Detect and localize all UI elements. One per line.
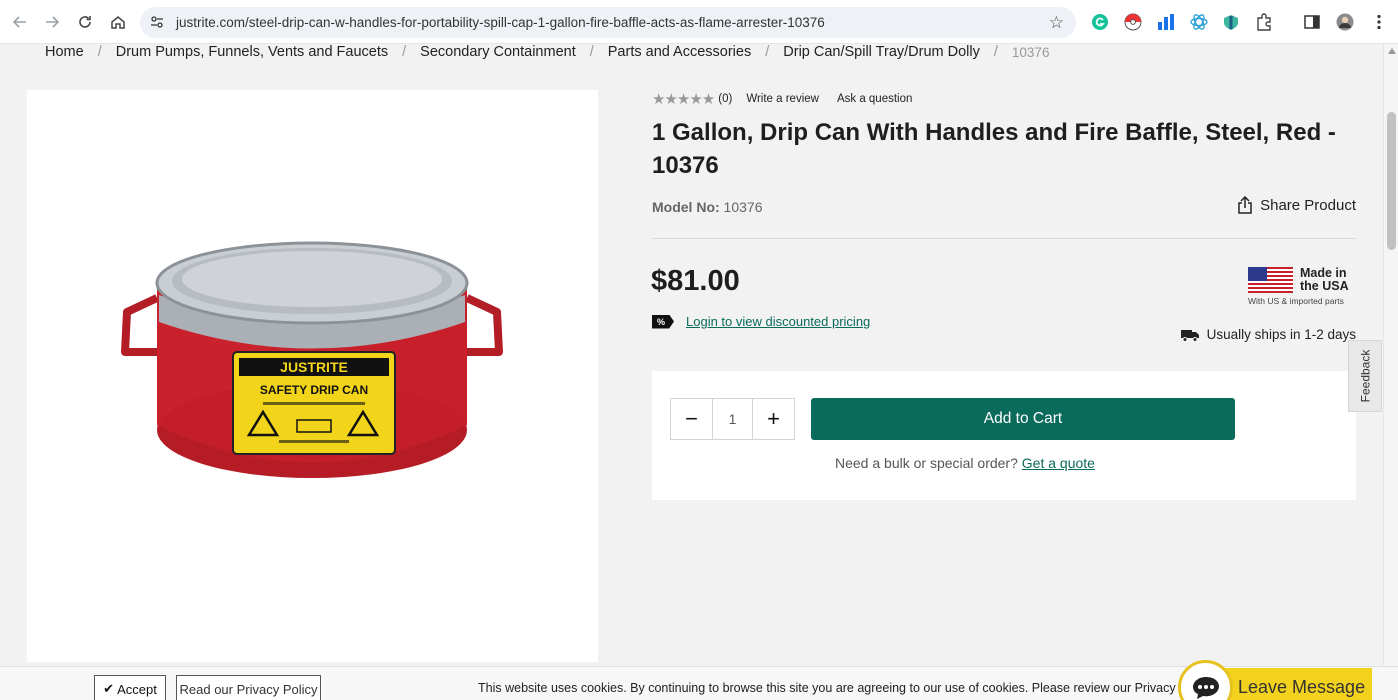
- quantity-stepper: − 1 +: [670, 398, 795, 440]
- made-in-usa-subtext: With US & imported parts: [1248, 296, 1344, 306]
- page-scrollbar[interactable]: [1383, 44, 1398, 666]
- rating-row: ★★★★★ (0) Write a review Ask a question: [652, 91, 930, 108]
- made-in-usa-text: Made in the USA: [1300, 267, 1349, 293]
- share-label: Share Product: [1260, 196, 1356, 214]
- accept-label: Accept: [117, 681, 157, 697]
- url-text: justrite.com/steel-drip-can-w-handles-fo…: [176, 15, 825, 30]
- product-image[interactable]: JUSTRITE SAFETY DRIP CAN: [27, 90, 598, 662]
- breadcrumb-drip-can[interactable]: Drip Can/Spill Tray/Drum Dolly: [783, 44, 980, 60]
- add-to-cart-button[interactable]: Add to Cart: [811, 398, 1235, 440]
- model-number: Model No: 10376: [652, 199, 762, 215]
- browser-toolbar: justrite.com/steel-drip-can-w-handles-fo…: [0, 0, 1398, 44]
- feedback-label: Feedback: [1358, 349, 1373, 403]
- discount-tag-icon: %: [652, 314, 674, 329]
- profile-avatar-icon[interactable]: [1336, 13, 1354, 31]
- breadcrumb-separator: /: [402, 44, 407, 60]
- increase-quantity-button[interactable]: +: [753, 399, 794, 439]
- pokeball-extension-icon[interactable]: [1124, 13, 1142, 31]
- model-value: 10376: [723, 199, 763, 215]
- share-product-button[interactable]: Share Product: [1236, 196, 1356, 214]
- get-quote-link[interactable]: Get a quote: [1022, 455, 1095, 471]
- write-review-link[interactable]: Write a review: [746, 93, 819, 105]
- bulk-order-text: Need a bulk or special order? Get a quot…: [835, 455, 1095, 471]
- login-discount-link[interactable]: Login to view discounted pricing: [686, 314, 870, 329]
- can-label-brand: JUSTRITE: [280, 359, 348, 375]
- breadcrumb: Home / Drum Pumps, Funnels, Vents and Fa…: [45, 43, 1049, 61]
- product-price: $81.00: [651, 265, 740, 297]
- grammarly-extension-icon[interactable]: [1091, 13, 1109, 31]
- atom-extension-icon[interactable]: [1190, 13, 1208, 31]
- privacy-policy-button[interactable]: Read our Privacy Policy: [176, 675, 321, 700]
- forward-icon[interactable]: [42, 12, 62, 32]
- side-panel-icon[interactable]: [1303, 13, 1321, 31]
- review-count: (0): [718, 93, 733, 105]
- divider: [652, 238, 1356, 239]
- breadcrumb-home[interactable]: Home: [45, 44, 84, 60]
- us-flag-icon: [1248, 267, 1293, 293]
- cookie-notice-text: This website uses cookies. By continuing…: [478, 681, 1213, 695]
- breadcrumb-parts-accessories[interactable]: Parts and Accessories: [608, 44, 751, 60]
- home-icon[interactable]: [108, 12, 128, 32]
- chat-bubble-icon[interactable]: [1178, 660, 1233, 700]
- star-rating-icon: ★★★★★: [652, 91, 715, 108]
- site-settings-icon[interactable]: [150, 15, 164, 29]
- breadcrumb-current: 10376: [1011, 44, 1050, 60]
- drip-can-image: JUSTRITE SAFETY DRIP CAN: [121, 241, 503, 478]
- quote-text: Need a bulk or special order?: [835, 455, 1018, 471]
- quantity-input[interactable]: 1: [712, 399, 753, 439]
- can-label-title: SAFETY DRIP CAN: [260, 383, 368, 397]
- discount-pricing: % Login to view discounted pricing: [652, 314, 870, 329]
- breadcrumb-separator: /: [97, 44, 102, 60]
- feedback-tab[interactable]: Feedback: [1348, 340, 1382, 412]
- truck-icon: [1180, 329, 1199, 342]
- breadcrumb-separator: /: [993, 44, 998, 60]
- scroll-up-icon[interactable]: [1388, 48, 1396, 54]
- back-icon[interactable]: [10, 12, 30, 32]
- model-label: Model No:: [652, 199, 720, 215]
- made-in-usa-badge: Made in the USA With US & imported parts: [1248, 267, 1358, 307]
- breadcrumb-separator: /: [589, 44, 594, 60]
- leave-message-widget[interactable]: Leave Message: [1178, 660, 1372, 700]
- menu-dots-icon[interactable]: [1370, 13, 1388, 31]
- extensions-puzzle-icon[interactable]: [1255, 13, 1273, 31]
- product-title: 1 Gallon, Drip Can With Handles and Fire…: [652, 119, 1336, 179]
- breadcrumb-drum-pumps[interactable]: Drum Pumps, Funnels, Vents and Faucets: [116, 44, 388, 60]
- address-bar[interactable]: justrite.com/steel-drip-can-w-handles-fo…: [140, 7, 1076, 38]
- check-icon: ✔: [103, 681, 115, 696]
- reload-icon[interactable]: [75, 12, 95, 32]
- shield-extension-icon[interactable]: [1222, 13, 1240, 31]
- usa-line: the USA: [1300, 279, 1349, 293]
- ask-question-link[interactable]: Ask a question: [837, 93, 912, 105]
- bookmark-star-icon[interactable]: ☆: [1049, 13, 1064, 33]
- accept-cookies-button[interactable]: ✔ Accept: [94, 675, 166, 700]
- share-icon: [1238, 196, 1252, 214]
- shipping-info: Usually ships in 1-2 days: [1180, 327, 1356, 342]
- breadcrumb-secondary-containment[interactable]: Secondary Containment: [420, 44, 576, 60]
- chart-extension-icon[interactable]: [1157, 13, 1175, 31]
- decrease-quantity-button[interactable]: −: [671, 399, 712, 439]
- shipping-text: Usually ships in 1-2 days: [1206, 327, 1356, 342]
- add-to-cart-panel: − 1 + Add to Cart Need a bulk or special…: [652, 371, 1356, 500]
- breadcrumb-separator: /: [765, 44, 770, 60]
- scrollbar-thumb[interactable]: [1387, 112, 1396, 250]
